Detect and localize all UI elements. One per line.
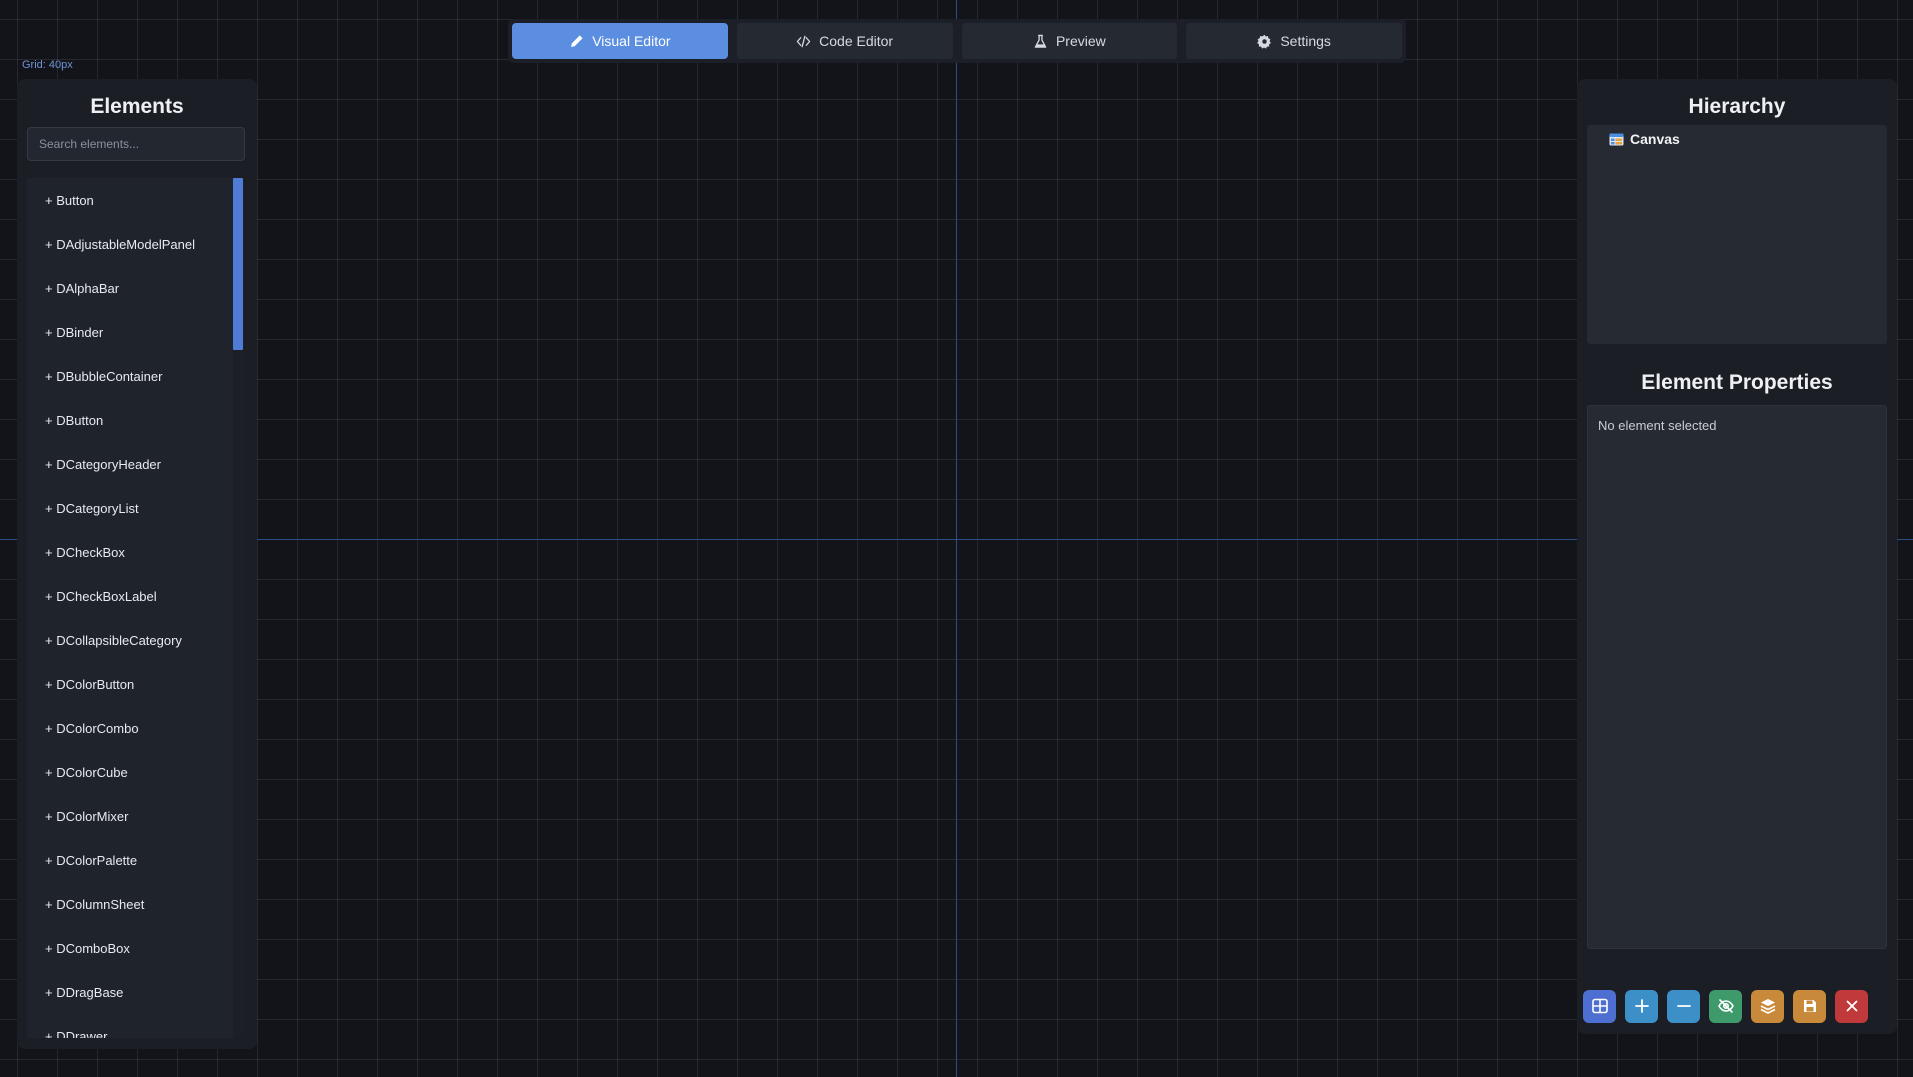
layers-button[interactable] bbox=[1751, 989, 1784, 1023]
list-item-dcombobox[interactable]: + DComboBox bbox=[27, 926, 233, 970]
list-item-dcheckbox[interactable]: + DCheckBox bbox=[27, 530, 233, 574]
list-item-ddrawer[interactable]: + DDrawer bbox=[27, 1014, 233, 1038]
layers-icon bbox=[1760, 999, 1775, 1014]
list-item-dcolorcombo[interactable]: + DColorCombo bbox=[27, 706, 233, 750]
element-list: + Button + DAdjustableModelPanel + DAlph… bbox=[27, 178, 245, 1038]
minus-icon bbox=[1676, 1005, 1691, 1007]
code-icon bbox=[796, 35, 811, 47]
close-button[interactable] bbox=[1835, 989, 1868, 1023]
close-icon bbox=[1846, 1000, 1857, 1012]
list-item-dbinder[interactable]: + DBinder bbox=[27, 310, 233, 354]
tree-node-canvas[interactable]: Canvas bbox=[1609, 131, 1680, 147]
scrollbar-thumb[interactable] bbox=[233, 178, 243, 350]
save-button[interactable] bbox=[1793, 989, 1826, 1023]
list-item-dcolorbutton[interactable]: + DColorButton bbox=[27, 662, 233, 706]
tab-settings[interactable]: Settings bbox=[1186, 23, 1402, 59]
list-item-dcolorcube[interactable]: + DColorCube bbox=[27, 750, 233, 794]
gear-icon bbox=[1257, 34, 1272, 49]
list-item-dcategorylist[interactable]: + DCategoryList bbox=[27, 486, 233, 530]
list-item-dalphabar[interactable]: + DAlphaBar bbox=[27, 266, 233, 310]
list-item-dcolormixer[interactable]: + DColorMixer bbox=[27, 794, 233, 838]
elements-panel: Elements + Button + DAdjustableModelPane… bbox=[17, 79, 257, 1049]
element-list-scrollbar[interactable] bbox=[233, 178, 245, 1038]
tab-label: Settings bbox=[1280, 33, 1331, 49]
tab-label: Visual Editor bbox=[592, 33, 671, 49]
list-item-dbubblecontainer[interactable]: + DBubbleContainer bbox=[27, 354, 233, 398]
hierarchy-title: Hierarchy bbox=[1688, 95, 1786, 118]
elements-panel-title: Elements bbox=[90, 95, 184, 118]
tab-label: Preview bbox=[1055, 33, 1106, 49]
pencil-icon bbox=[571, 34, 583, 47]
tab-visual-editor[interactable]: Visual Editor bbox=[512, 23, 728, 59]
grid-size-label: Grid: 40px bbox=[22, 59, 73, 71]
zoom-in-button[interactable] bbox=[1625, 989, 1658, 1023]
mode-tab-bar: Visual Editor Code Editor Preview Settin… bbox=[508, 19, 1406, 63]
save-icon bbox=[1803, 1000, 1816, 1012]
list-item-dbutton[interactable]: + DButton bbox=[27, 398, 233, 442]
search-elements-input[interactable] bbox=[27, 127, 245, 161]
plus-icon bbox=[1634, 999, 1649, 1013]
tab-label: Code Editor bbox=[819, 33, 894, 49]
grid-icon bbox=[1591, 998, 1608, 1014]
toggle-grid-button[interactable] bbox=[1583, 989, 1616, 1023]
list-item-dcheckboxlabel[interactable]: + DCheckBoxLabel bbox=[27, 574, 233, 618]
element-properties-title: Element Properties bbox=[1641, 371, 1833, 394]
list-item-dcategoryheader[interactable]: + DCategoryHeader bbox=[27, 442, 233, 486]
list-item-dcollapsiblecategory[interactable]: + DCollapsibleCategory bbox=[27, 618, 233, 662]
list-item-dcolumnsheet[interactable]: + DColumnSheet bbox=[27, 882, 233, 926]
list-item-ddragbase[interactable]: + DDragBase bbox=[27, 970, 233, 1014]
toggle-visibility-button[interactable] bbox=[1709, 989, 1742, 1023]
inspector-panel: Hierarchy Canvas Element Properties No e… bbox=[1577, 79, 1897, 1034]
canvas-toolbar bbox=[1577, 984, 1897, 1028]
list-item-button[interactable]: + Button bbox=[27, 178, 233, 222]
list-item-dcolorpalette[interactable]: + DColorPalette bbox=[27, 838, 233, 882]
list-item-dadjustablemodelpanel[interactable]: + DAdjustableModelPanel bbox=[27, 222, 233, 266]
hierarchy-tree: Canvas bbox=[1587, 125, 1887, 344]
tab-preview[interactable]: Preview bbox=[961, 23, 1178, 59]
zoom-out-button[interactable] bbox=[1667, 989, 1700, 1023]
no-selection-text: No element selected bbox=[1598, 418, 1717, 433]
eye-off-icon bbox=[1717, 999, 1734, 1013]
tree-node-label: Canvas bbox=[1630, 131, 1680, 147]
element-properties-box: No element selected bbox=[1587, 405, 1887, 949]
table-icon bbox=[1609, 133, 1624, 145]
tab-code-editor[interactable]: Code Editor bbox=[736, 23, 953, 59]
flask-icon bbox=[1034, 34, 1047, 48]
